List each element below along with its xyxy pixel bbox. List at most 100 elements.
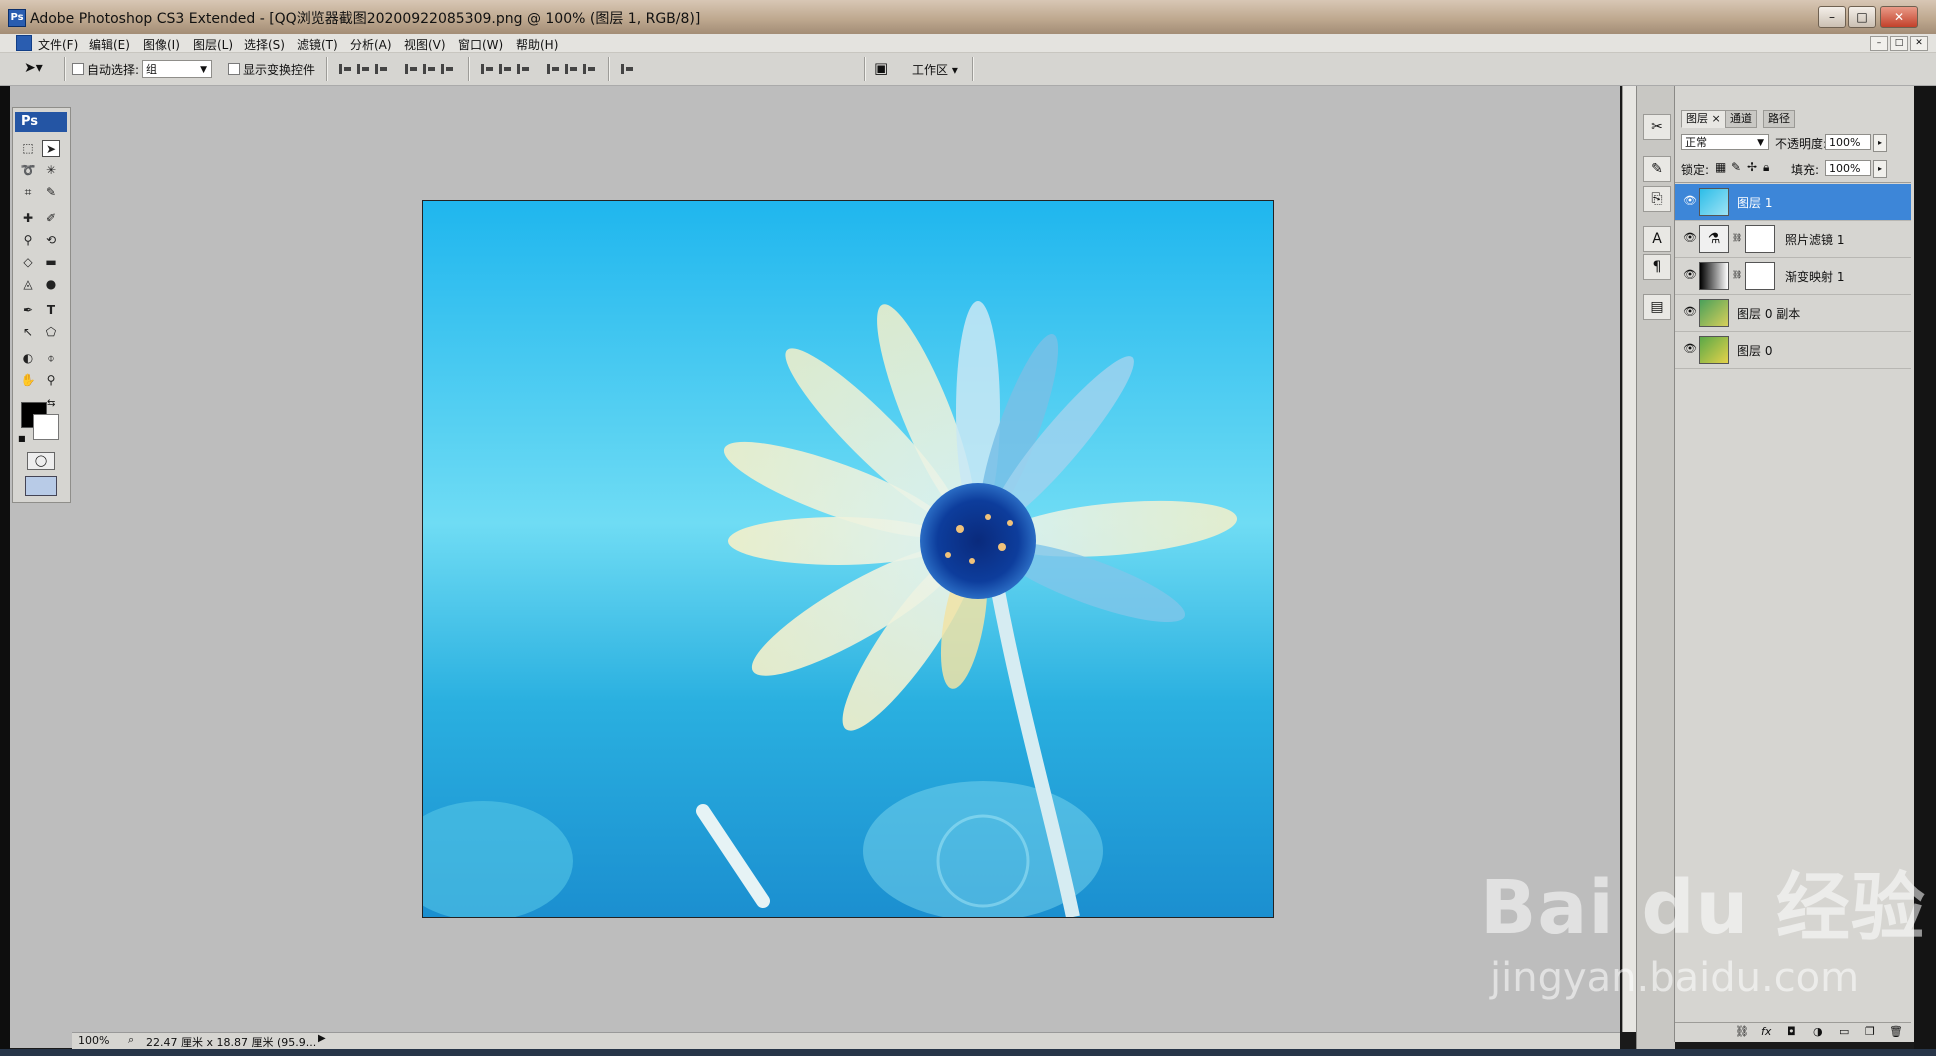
screen-mode-icon[interactable]	[25, 476, 57, 496]
tab-layers[interactable]: 图层 ×	[1681, 110, 1726, 128]
layer-row[interactable]: 👁︎ ⛓ 渐变映射 1	[1675, 258, 1911, 295]
distribute-bottom-icon[interactable]	[516, 62, 530, 76]
opacity-slider-button[interactable]: ▸	[1873, 134, 1887, 152]
layer-row[interactable]: 👁︎ ⚗ ⛓ 照片滤镜 1	[1675, 221, 1911, 258]
lock-all-icon[interactable]: 🔒︎	[1763, 160, 1769, 175]
adjustment-icon[interactable]: ◑	[1813, 1025, 1823, 1038]
mask-icon[interactable]: ◘	[1787, 1025, 1796, 1038]
close-button[interactable]: ✕	[1880, 6, 1918, 28]
doc-minimize-button[interactable]: –	[1870, 36, 1888, 51]
menu-file[interactable]: 文件(F)	[38, 36, 78, 53]
eyedropper-icon[interactable]: ⌽	[42, 350, 60, 367]
document-canvas[interactable]	[422, 200, 1274, 918]
distribute-left-icon[interactable]	[546, 62, 560, 76]
menu-help[interactable]: 帮助(H)	[516, 36, 558, 53]
visibility-eye-icon[interactable]: 👁︎	[1683, 343, 1697, 354]
slice-tool-icon[interactable]: ✎	[42, 184, 60, 201]
visibility-eye-icon[interactable]: 👁︎	[1683, 269, 1697, 280]
workspace-menu[interactable]: 工作区 ▾	[912, 61, 958, 78]
marquee-tool-icon[interactable]: ⬚	[19, 140, 37, 157]
healing-brush-icon[interactable]: ✚	[19, 210, 37, 227]
default-colors-icon[interactable]: ■	[18, 434, 26, 443]
swap-colors-icon[interactable]: ⇆	[47, 398, 55, 409]
folder-icon[interactable]: ▭	[1839, 1025, 1849, 1038]
lock-pixels-icon[interactable]: ✎	[1731, 160, 1741, 174]
zoom-level[interactable]: 100%	[78, 1034, 109, 1047]
menu-select[interactable]: 选择(S)	[244, 36, 285, 53]
auto-align-icon[interactable]	[620, 62, 634, 76]
fx-icon[interactable]: fx	[1761, 1025, 1771, 1038]
magic-wand-icon[interactable]: ✳	[42, 162, 60, 179]
status-arrow-icon[interactable]: ▶	[318, 1033, 326, 1044]
history-brush-icon[interactable]: ⟲	[42, 232, 60, 249]
distribute-top-icon[interactable]	[480, 62, 494, 76]
move-tool-preset-icon[interactable]: ➤▾	[24, 60, 56, 78]
clone-source-icon[interactable]: ⎘	[1643, 186, 1671, 212]
menu-filter[interactable]: 滤镜(T)	[297, 36, 338, 53]
link-chain-icon[interactable]: ⛓	[1732, 233, 1742, 242]
lock-transparent-icon[interactable]: ▦	[1715, 160, 1726, 174]
layer-row[interactable]: 👁︎ 图层 1	[1675, 184, 1911, 221]
background-color-swatch[interactable]	[33, 414, 59, 440]
paragraph-icon[interactable]: ¶	[1643, 254, 1671, 280]
blend-mode-dropdown[interactable]: 正常 ▼	[1681, 134, 1769, 150]
align-vcenter-icon[interactable]	[356, 62, 370, 76]
tools-preset-icon[interactable]: ✂	[1643, 114, 1671, 140]
opacity-field[interactable]: 100%	[1825, 134, 1871, 150]
align-top-icon[interactable]	[338, 62, 352, 76]
fill-field[interactable]: 100%	[1825, 160, 1871, 176]
tab-channels[interactable]: 通道	[1725, 110, 1757, 128]
document-icon[interactable]	[16, 35, 32, 51]
path-select-icon[interactable]: ↖	[19, 324, 37, 341]
fill-slider-button[interactable]: ▸	[1873, 160, 1887, 178]
link-chain-icon[interactable]: ⛓	[1732, 270, 1742, 279]
lock-position-icon[interactable]: ✢	[1747, 160, 1757, 174]
maximize-button[interactable]: □	[1848, 6, 1876, 28]
distribute-vcenter-icon[interactable]	[498, 62, 512, 76]
layer-row[interactable]: 👁︎ 图层 0	[1675, 332, 1911, 369]
bridge-icon[interactable]: ▣	[874, 59, 894, 79]
link-icon[interactable]: ⛓	[1735, 1025, 1749, 1038]
quick-mask-icon[interactable]: ◯	[27, 452, 55, 470]
pen-tool-icon[interactable]: ✒	[19, 302, 37, 319]
new-layer-icon[interactable]: ❐	[1865, 1025, 1875, 1038]
type-tool-icon[interactable]: T	[42, 302, 60, 319]
menu-layer[interactable]: 图层(L)	[193, 36, 233, 53]
align-left-icon[interactable]	[404, 62, 418, 76]
visibility-eye-icon[interactable]: 👁︎	[1683, 306, 1697, 317]
auto-select-checkbox[interactable]: 自动选择:	[72, 61, 139, 78]
gradient-tool-icon[interactable]: ▬	[42, 254, 60, 271]
menu-window[interactable]: 窗口(W)	[458, 36, 503, 53]
trash-icon[interactable]: 🗑︎	[1889, 1025, 1903, 1038]
character-icon[interactable]: A	[1643, 226, 1671, 252]
dodge-tool-icon[interactable]: ●	[42, 276, 60, 293]
distribute-right-icon[interactable]	[582, 62, 596, 76]
zoom-tool-icon[interactable]: ⚲	[42, 372, 60, 389]
eraser-tool-icon[interactable]: ◇	[19, 254, 37, 271]
layer-comps-icon[interactable]: ▤	[1643, 294, 1671, 320]
menu-edit[interactable]: 编辑(E)	[89, 36, 130, 53]
hand-tool-icon[interactable]: ✋	[19, 372, 37, 389]
shape-tool-icon[interactable]: ⬠	[42, 324, 60, 341]
layer-row[interactable]: 👁︎ 图层 0 副本	[1675, 295, 1911, 332]
brush-tool-icon[interactable]: ✐	[42, 210, 60, 227]
move-tool-icon[interactable]: ➤	[42, 140, 60, 157]
align-bottom-icon[interactable]	[374, 62, 388, 76]
distribute-hcenter-icon[interactable]	[564, 62, 578, 76]
menu-analysis[interactable]: 分析(A)	[350, 36, 392, 53]
crop-tool-icon[interactable]: ⌗	[19, 184, 37, 201]
visibility-eye-icon[interactable]: 👁︎	[1683, 232, 1697, 243]
show-transform-checkbox[interactable]: 显示变换控件	[228, 61, 315, 78]
doc-restore-button[interactable]: □	[1890, 36, 1908, 51]
minimize-button[interactable]: –	[1818, 6, 1846, 28]
doc-close-button[interactable]: ✕	[1910, 36, 1928, 51]
menu-view[interactable]: 视图(V)	[404, 36, 446, 53]
blur-tool-icon[interactable]: ◬	[19, 276, 37, 293]
align-right-icon[interactable]	[440, 62, 454, 76]
menu-image[interactable]: 图像(I)	[143, 36, 180, 53]
align-hcenter-icon[interactable]	[422, 62, 436, 76]
auto-select-dropdown[interactable]: 组 ▼	[142, 60, 212, 78]
brushes-icon[interactable]: ✎	[1643, 156, 1671, 182]
tab-paths[interactable]: 路径	[1763, 110, 1795, 128]
doc-info-icon[interactable]: ⌕	[128, 1033, 134, 1047]
